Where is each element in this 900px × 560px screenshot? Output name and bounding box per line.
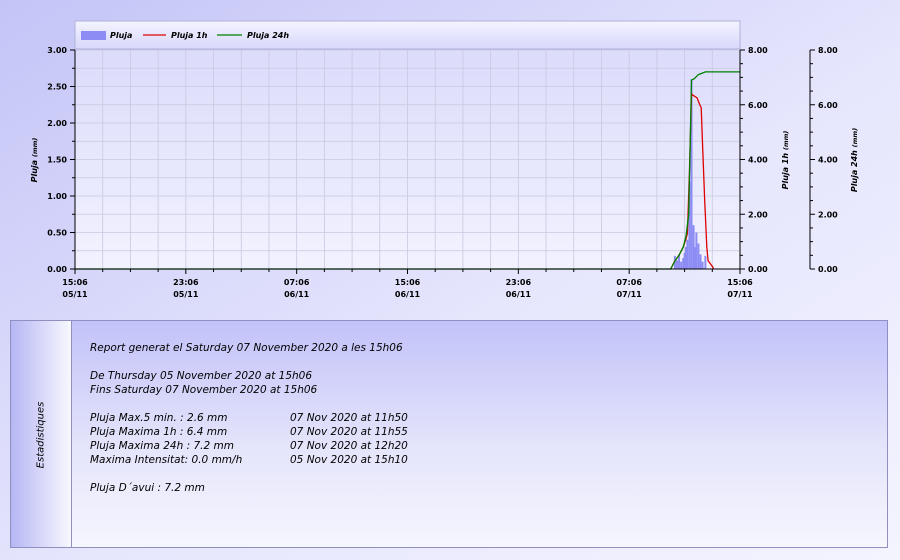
right1-axis-label: Pluja 1h (mm) [781, 131, 790, 190]
left-tick-label: 3.00 [47, 46, 67, 55]
legend-label-pluja-24h: Pluja 24h [247, 31, 289, 40]
stat-time: 07 Nov 2020 at 11h55 [290, 426, 408, 438]
stat-row-max-intensity: Maxima Intensitat: 0.0 mm/h 05 Nov 2020 … [90, 453, 408, 467]
x-tick-date: 05/11 [62, 290, 88, 299]
right1-tick-label: 0.00 [748, 265, 768, 274]
left-tick-label: 0.50 [47, 229, 67, 238]
stat-row-max-1h: Pluja Maxima 1h : 6.4 mm 07 Nov 2020 at … [90, 425, 408, 439]
left-axis-label: Pluja (mm) [30, 138, 39, 183]
x-tick-date: 06/11 [395, 290, 421, 299]
x-tick-date: 05/11 [173, 290, 199, 299]
legend-swatch-pluja [81, 31, 106, 40]
period-to-line: Fins Saturday 07 November 2020 at 15h06 [90, 384, 318, 396]
pluja-bar [675, 260, 678, 269]
period-from-line: De Thursday 05 November 2020 at 15h06 [90, 370, 313, 382]
pluja-bar [680, 261, 683, 269]
statistics-panel: Estadistiques Report generat el Saturday… [10, 320, 888, 548]
pluja-bar [704, 255, 707, 269]
left-tick-label: 1.50 [47, 156, 67, 165]
x-tick-date: 06/11 [506, 290, 532, 299]
right1-tick-label: 2.00 [748, 210, 768, 219]
legend-label-pluja: Pluja [110, 31, 132, 40]
x-tick-date: 07/11 [617, 290, 643, 299]
stat-row-max-5min: Pluja Max.5 min. : 2.6 mm 07 Nov 2020 at… [90, 411, 408, 425]
x-tick-time: 23:06 [173, 278, 199, 287]
pluja-bar [695, 232, 698, 269]
x-tick-time: 07:06 [284, 278, 310, 287]
legend-label-pluja-1h: Pluja 1h [171, 31, 208, 40]
statistics-text: Report generat el Saturday 07 November 2… [90, 341, 408, 495]
left-tick-label: 1.00 [47, 192, 67, 201]
right1-tick-label: 6.00 [748, 101, 768, 110]
x-tick-date: 07/11 [727, 290, 753, 299]
stat-time: 07 Nov 2020 at 11h50 [290, 412, 408, 424]
x-tick-time: 23:06 [506, 278, 532, 287]
right2-tick-label: 6.00 [818, 101, 838, 110]
stat-label: Pluja Maxima 24h : 7.2 mm [90, 440, 234, 452]
stat-time: 07 Nov 2020 at 12h20 [290, 440, 408, 452]
x-tick-time: 15:06 [727, 278, 753, 287]
legend: Pluja Pluja 1h Pluja 24h [81, 31, 289, 40]
right1-tick-label: 8.00 [748, 46, 768, 55]
rain-today-line: Pluja D´avui : 7.2 mm [90, 482, 205, 494]
x-tick-time: 15:06 [62, 278, 88, 287]
stat-label: Maxima Intensitat: 0.0 mm/h [90, 454, 243, 466]
right2-tick-label: 4.00 [818, 156, 838, 165]
rain-chart: Pluja Pluja 1h Pluja 24h 0.00 0.50 1.00 1.5… [30, 20, 859, 299]
left-tick-label: 2.00 [47, 119, 67, 128]
pluja-bar [701, 261, 704, 269]
x-tick-time: 07:06 [616, 278, 642, 287]
x-tick-date: 06/11 [284, 290, 310, 299]
right2-tick-label: 8.00 [818, 46, 838, 55]
stat-row-max-24h: Pluja Maxima 24h : 7.2 mm 07 Nov 2020 at… [90, 439, 408, 453]
pluja-bar [686, 239, 689, 269]
statistics-tab-label: Estadistiques [35, 401, 47, 469]
left-tick-label: 0.00 [47, 265, 67, 274]
statistics-tab: Estadistiques [11, 321, 72, 547]
right2-tick-label: 0.00 [818, 265, 838, 274]
stat-label: Pluja Max.5 min. : 2.6 mm [90, 412, 228, 424]
right1-tick-label: 4.00 [748, 156, 768, 165]
right2-tick-label: 2.00 [818, 210, 838, 219]
right2-axis-label: Pluja 24h (mm) [850, 128, 859, 192]
stat-time: 05 Nov 2020 at 15h10 [290, 454, 408, 466]
left-tick-label: 2.50 [47, 83, 67, 92]
pluja-bar [699, 254, 702, 269]
stat-label: Pluja Maxima 1h : 6.4 mm [90, 426, 228, 438]
pluja-bar [697, 243, 700, 269]
report-generated-line: Report generat el Saturday 07 November 2… [90, 342, 403, 354]
x-tick-time: 15:06 [395, 278, 421, 287]
